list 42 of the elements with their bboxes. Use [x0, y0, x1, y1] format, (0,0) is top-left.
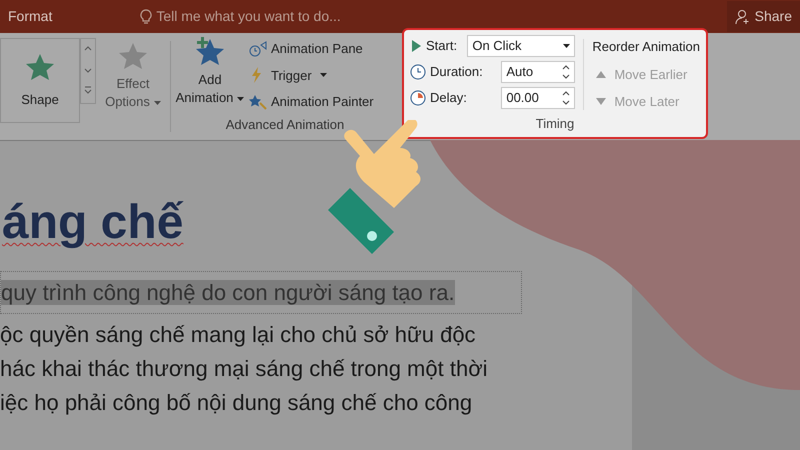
timer-icon — [410, 90, 426, 106]
clock-icon — [410, 64, 426, 80]
gallery-item-label: Shape — [21, 90, 59, 109]
group-label: Timing — [534, 114, 576, 133]
ribbon-command[interactable]: Animation Painter — [249, 92, 374, 112]
ribbon-command[interactable]: Animation Pane — [249, 39, 374, 58]
format-tab[interactable]: Format — [0, 6, 60, 27]
caret-icon — [563, 44, 570, 48]
body-text-line: iệc họ phải công bố nội dung sáng chế cho công — [0, 389, 474, 417]
caret-icon — [154, 100, 161, 105]
add-animation-button[interactable]: Add Animation — [171, 33, 249, 114]
play-icon — [410, 39, 422, 53]
field-label: Duration: — [430, 63, 483, 82]
clock-icon — [249, 40, 267, 57]
star-icon — [25, 52, 55, 82]
slide-title: áng chế — [1, 195, 184, 251]
spinner-arrows-icon — [562, 90, 570, 106]
field-label: Delay: — [430, 89, 467, 108]
start-dropdown[interactable]: On Click — [467, 35, 576, 57]
gallery-scroll[interactable] — [80, 38, 96, 104]
star-icon — [118, 41, 148, 71]
star-icon — [195, 37, 225, 67]
spin-field[interactable]: 00.00 — [501, 87, 576, 109]
lightbulb-icon — [140, 8, 152, 24]
field-label: Start: — [426, 37, 458, 56]
down-triangle-icon — [596, 98, 606, 106]
caret-icon — [237, 96, 244, 101]
star-brush-icon — [249, 94, 267, 110]
person-icon — [734, 8, 751, 24]
reorder-title: Reorder Animation — [592, 38, 700, 56]
body-text-line: ộc quyền sáng chế mang lại cho chủ sở hữu độc — [0, 321, 477, 349]
caret-icon — [320, 73, 327, 78]
spin-field[interactable]: Auto — [501, 61, 576, 83]
body-text-line: hác khai thác thương mại sáng chế trong một thời — [0, 355, 489, 383]
spinner-arrows-icon — [562, 64, 570, 80]
selected-text: quy trình công nghệ do con người sáng tạo ra. — [1, 280, 455, 305]
group-label: Advanced Animation — [224, 116, 346, 134]
ribbon-command[interactable]: Trigger — [249, 66, 374, 85]
up-triangle-icon — [596, 70, 606, 78]
tell-me-field[interactable]: Tell me what you want to do... — [156, 6, 341, 27]
share-button[interactable]: Share — [726, 1, 800, 32]
animation-gallery[interactable]: Shape — [0, 38, 80, 123]
